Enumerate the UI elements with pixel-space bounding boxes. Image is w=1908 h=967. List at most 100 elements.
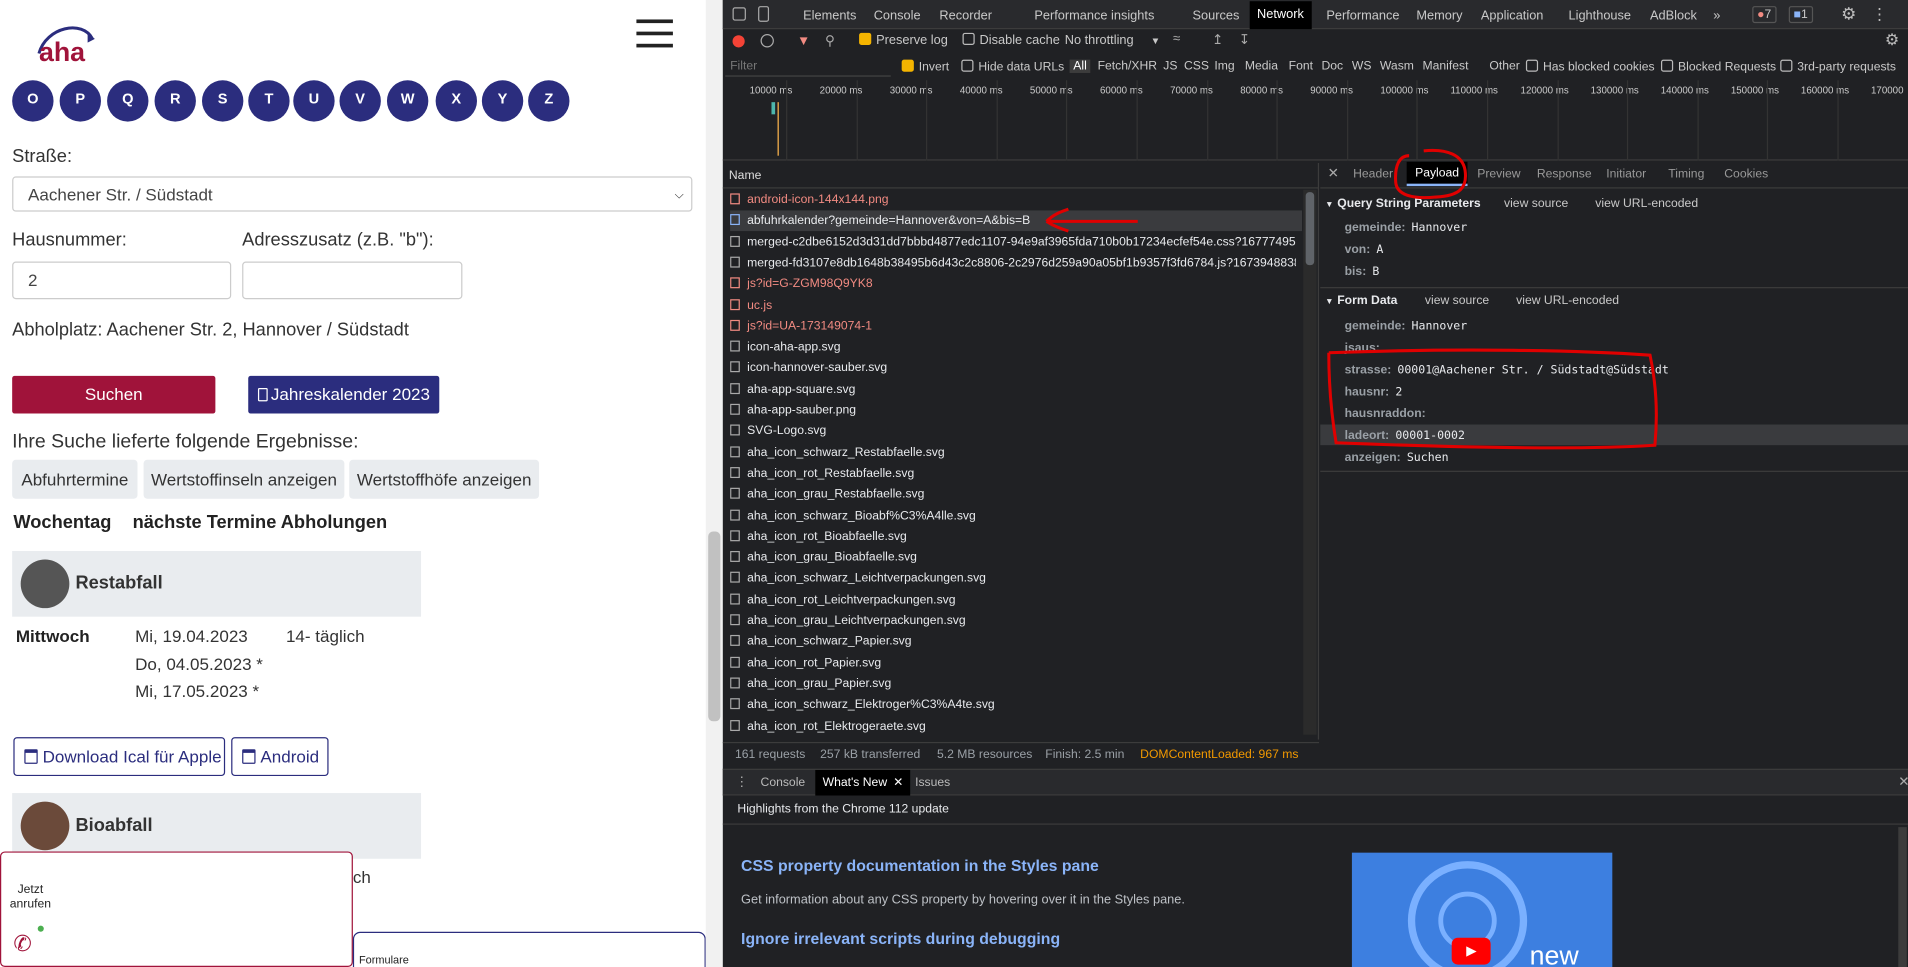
tab-preview[interactable]: Preview — [1477, 165, 1520, 184]
page-scrollbar-thumb[interactable] — [708, 531, 721, 722]
filter-fetch-xhr[interactable]: Fetch/XHR — [1098, 60, 1158, 73]
adresszusatz-input[interactable] — [242, 261, 463, 300]
tab-response[interactable]: Response — [1537, 165, 1592, 184]
import-har-icon[interactable]: ↥ — [1212, 32, 1223, 48]
letter-link-s[interactable]: S — [201, 80, 244, 122]
tab-application[interactable]: Application — [1481, 5, 1544, 27]
request-row[interactable]: aha_icon_schwarz_Bioabf%C3%A4lle.svg — [730, 505, 1296, 526]
message-badge[interactable]: ■1 — [1788, 6, 1813, 24]
request-row[interactable]: aha_icon_grau_Restabfaelle.svg — [730, 484, 1296, 505]
suchen-button[interactable]: Suchen — [12, 375, 216, 414]
request-row[interactable]: js?id=UA-173149074-1 — [730, 316, 1296, 337]
request-row[interactable]: aha_icon_grau_Leichtverpackungen.svg — [730, 611, 1296, 632]
inspect-element-icon[interactable] — [732, 7, 746, 21]
request-row[interactable]: icon-hannover-sauber.svg — [730, 358, 1296, 379]
network-conditions-icon[interactable]: ≈ — [1173, 32, 1180, 47]
request-row[interactable]: aha_icon_grau_Papier.svg — [730, 674, 1296, 695]
disable-cache-checkbox[interactable]: Disable cache — [962, 32, 1060, 47]
device-toggle-icon[interactable] — [758, 6, 770, 22]
tab-payload[interactable]: Payload — [1406, 161, 1468, 187]
filter-media[interactable]: Media — [1245, 60, 1278, 73]
jahreskalender-button[interactable]: Jahreskalender 2023 — [248, 375, 440, 414]
request-row[interactable]: SVG-Logo.svg — [730, 421, 1296, 442]
request-row[interactable]: aha-app-square.svg — [730, 379, 1296, 400]
form-view-source[interactable]: view source — [1425, 294, 1489, 307]
request-row[interactable]: merged-fd3107e8db1648b38495b6d43c2c8806-… — [730, 253, 1296, 274]
query-view-source[interactable]: view source — [1504, 197, 1568, 210]
letter-link-q[interactable]: Q — [107, 80, 149, 122]
request-row[interactable]: uc.js — [730, 295, 1296, 316]
more-tabs-icon[interactable]: » — [1713, 5, 1720, 27]
close-detail-icon[interactable]: ✕ — [1328, 165, 1339, 182]
requests-scrollbar-thumb[interactable] — [1305, 192, 1315, 266]
tab-lighthouse[interactable]: Lighthouse — [1569, 5, 1632, 27]
tab-cookies[interactable]: Cookies — [1724, 165, 1768, 184]
export-har-icon[interactable]: ↧ — [1239, 32, 1250, 48]
close-tab-icon[interactable]: ✕ — [893, 776, 903, 789]
letter-link-z[interactable]: Z — [528, 80, 570, 122]
preserve-log-checkbox[interactable]: Preserve log — [859, 32, 948, 47]
filter-3rd-party-requests[interactable]: 3rd-party requests — [1780, 59, 1896, 74]
name-column-header[interactable]: Name — [729, 169, 761, 182]
request-row[interactable]: merged-c2dbe6152d3d31dd7bbbd4877edc1107-… — [730, 232, 1296, 253]
tab-elements[interactable]: Elements — [803, 5, 856, 27]
throttling-select[interactable]: No throttling ▼ — [1065, 33, 1161, 48]
request-row[interactable]: aha_icon_rot_Leichtverpackungen.svg — [730, 590, 1296, 611]
call-widget[interactable]: Jetzt anrufen ✆ — [0, 851, 353, 967]
query-view-url-encoded[interactable]: view URL-encoded — [1595, 197, 1698, 210]
request-row[interactable]: js?id=G-ZGM98Q9YK8 — [730, 274, 1296, 295]
youtube-play-icon[interactable]: ▶ — [1451, 937, 1491, 965]
tab-console[interactable]: Console — [874, 5, 921, 27]
filter-js[interactable]: JS — [1163, 60, 1177, 73]
request-row[interactable]: aha_icon_schwarz_Restabfaelle.svg — [730, 442, 1296, 463]
request-row[interactable]: aha_icon_rot_Restabfaelle.svg — [730, 463, 1296, 484]
letter-link-y[interactable]: Y — [481, 80, 524, 122]
form-section-header[interactable]: ▼ Form Data — [1325, 294, 1397, 307]
clear-icon[interactable] — [760, 34, 774, 48]
filter-doc[interactable]: Doc — [1321, 60, 1343, 73]
filter-blocked-requests[interactable]: Blocked Requests — [1660, 59, 1776, 74]
close-drawer-icon[interactable]: ✕ — [1898, 774, 1908, 790]
search-icon[interactable]: ⚲ — [825, 33, 835, 49]
android-button[interactable]: Android — [231, 737, 329, 777]
letter-link-t[interactable]: T — [248, 80, 290, 122]
aha-logo[interactable]: aha — [34, 17, 97, 80]
letter-link-w[interactable]: W — [386, 80, 429, 122]
hamburger-menu-icon[interactable] — [636, 19, 673, 48]
letter-link-o[interactable]: O — [12, 80, 54, 122]
request-row[interactable]: aha_icon_grau_Bioabfaelle.svg — [730, 547, 1296, 568]
request-row[interactable]: android-icon-144x144.png — [730, 190, 1296, 211]
request-row[interactable]: aha_icon_schwarz_Elektroger%C3%A4te.svg — [730, 695, 1296, 716]
request-row[interactable]: aha_icon_rot_Papier.svg — [730, 653, 1296, 674]
filter-img[interactable]: Img — [1214, 60, 1234, 73]
requests-scrollbar[interactable] — [1303, 189, 1317, 735]
query-section-header[interactable]: ▼ Query String Parameters — [1325, 197, 1480, 210]
whats-new-video[interactable]: ▶ new — [1351, 852, 1613, 967]
filter-wasm[interactable]: Wasm — [1380, 60, 1414, 73]
tab-performance[interactable]: Performance — [1326, 5, 1399, 27]
filter-funnel-icon[interactable]: ▼ — [797, 34, 810, 49]
filter-font[interactable]: Font — [1289, 60, 1313, 73]
form-view-url-encoded[interactable]: view URL-encoded — [1516, 294, 1619, 307]
record-button[interactable] — [732, 35, 745, 48]
request-row[interactable]: aha_icon_schwarz_Leichtverpackungen.svg — [730, 569, 1296, 590]
whats-new-item-title[interactable]: CSS property documentation in the Styles… — [741, 856, 1099, 874]
drawer-scrollbar[interactable] — [1898, 827, 1907, 967]
filter-all[interactable]: All — [1069, 59, 1091, 73]
tab-timing[interactable]: Timing — [1668, 165, 1704, 184]
tab-initiator[interactable]: Initiator — [1606, 165, 1646, 184]
drawer-tab-issues[interactable]: Issues — [915, 776, 950, 789]
letter-link-u[interactable]: U — [293, 80, 335, 122]
hausnummer-input[interactable]: 2 — [12, 261, 232, 300]
tab-abfuhrtermine[interactable]: Abfuhrtermine — [12, 459, 138, 499]
tab-sources[interactable]: Sources — [1193, 5, 1240, 27]
request-row[interactable]: aha_icon_schwarz_Papier.svg — [730, 632, 1296, 653]
tab-wertstoffinseln[interactable]: Wertstoffinseln anzeigen — [143, 459, 345, 499]
request-row[interactable]: aha_icon_rot_Elektrogeraete.svg — [730, 716, 1296, 737]
letter-link-x[interactable]: X — [435, 80, 478, 122]
whats-new-item-title[interactable]: Ignore irrelevant scripts during debuggi… — [741, 929, 1060, 947]
page-scrollbar[interactable] — [705, 0, 723, 967]
formulare-link[interactable]: Formulare — [352, 931, 706, 967]
filter-invert[interactable]: Invert — [901, 59, 949, 74]
tab-headers[interactable]: Header — [1353, 165, 1393, 184]
